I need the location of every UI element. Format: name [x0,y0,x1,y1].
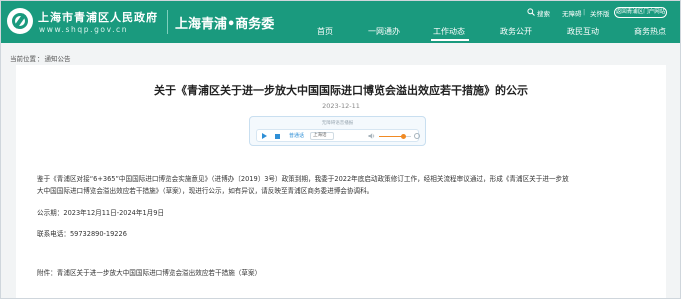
site-url: www.shqp.gov.cn [39,25,129,34]
breadcrumb: 当前位置：通知公告 [10,53,71,63]
search-link[interactable]: 搜索 [537,8,550,18]
dialect-select[interactable]: 上海话 [310,131,334,140]
player-controls: 普通话 上海话 [256,129,420,142]
nav-gov-disclosure[interactable]: 政务公开 [500,24,532,40]
breadcrumb-label: 当前位置 [10,55,36,63]
accessibility-link[interactable]: 无障碍 [562,8,582,18]
attachment-link[interactable]: 附件：青浦区关于进一步放大中国国际进口博览会溢出效应若干措施（草案） [37,267,261,277]
nav-interaction[interactable]: 政民互动 [567,24,599,40]
volume-slider-fill [379,135,403,137]
volume-slider[interactable] [379,133,411,139]
search-icon[interactable] [527,8,535,16]
site-header: 上海市青浦区人民政府 www.shqp.gov.cn 上海青浦•商务委 搜索 无… [1,1,680,43]
government-logo-icon[interactable] [7,8,33,34]
channel-name[interactable]: 上海青浦•商务委 [175,13,274,32]
stop-icon[interactable] [275,133,280,139]
publicity-period: 公示期：2023年12月11日-2024年1月9日 [37,209,165,217]
article-body: 鉴于《青浦区对接“6+365”中国国际进口博览会实施意见》（进博办〔2019〕3… [37,173,657,197]
audio-player: 无障碍语音播报 普通话 上海话 [249,116,426,146]
volume-slider-knob[interactable] [400,133,406,139]
article-date: 2023-12-11 [322,102,360,110]
site-name[interactable]: 上海市青浦区人民政府 [38,9,158,25]
nav-active-indicator [431,39,469,41]
nav-work-news[interactable]: 工作动态 [433,24,465,40]
care-mode-link[interactable]: 关怀版 [590,8,610,18]
volume-icon[interactable] [368,132,376,140]
contact-phone: 联系电话：59732890-19226 [37,230,127,238]
article-card: 关于《青浦区关于进一步放大中国国际进口博览会溢出效应若干措施》的公示 2023-… [16,65,666,298]
body-line-1: 鉴于《青浦区对接“6+365”中国国际进口博览会实施意见》（进博办〔2019〕3… [37,175,569,183]
play-icon[interactable] [262,133,267,139]
voice-label[interactable]: 普通话 [289,132,304,139]
page-frame: 上海市青浦区人民政府 www.shqp.gov.cn 上海青浦•商务委 搜索 无… [0,0,681,299]
breadcrumb-current[interactable]: 通知公告 [45,55,71,63]
portal-return-button[interactable]: 返回青浦区门户网站 [614,7,667,18]
header-divider [167,10,168,34]
article-title: 关于《青浦区关于进一步放大中国国际进口博览会溢出效应若干措施》的公示 [154,84,528,97]
nav-home[interactable]: 首页 [317,24,333,40]
nav-business-hot[interactable]: 商务热点 [634,24,666,40]
replay-icon[interactable] [414,133,420,139]
body-line-2: 大中国国际进口博览会溢出效应若干措施》（草案），现进行公示，如有异议，请反映至青… [37,187,374,195]
player-caption: 无障碍语音播报 [321,121,354,126]
breadcrumb-separator: ： [37,55,44,63]
util-separator: | [583,8,586,16]
nav-one-network[interactable]: 一网通办 [368,24,400,40]
